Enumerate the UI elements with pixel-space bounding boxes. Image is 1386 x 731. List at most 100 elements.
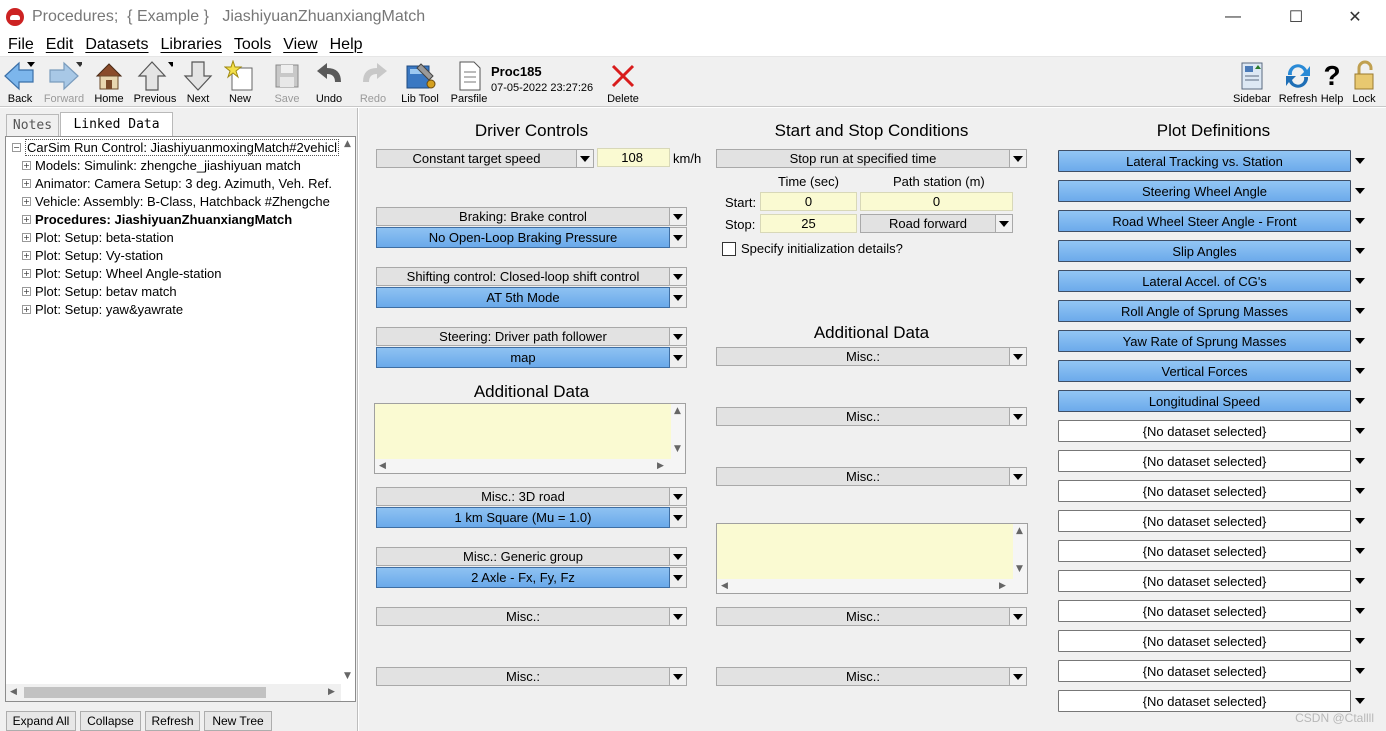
- refresh-tree-button[interactable]: Refresh: [145, 711, 200, 731]
- expand-icon[interactable]: +: [22, 178, 31, 188]
- delete-button[interactable]: Delete: [604, 59, 642, 105]
- help-button[interactable]: ? Help: [1320, 59, 1344, 105]
- plot-definition-dropdown[interactable]: Vertical Forces: [1058, 360, 1369, 382]
- driver-additional-data-textarea[interactable]: ▲ ▼ ◀ ▶: [374, 403, 686, 474]
- startstop-misc-dropdown-4[interactable]: Misc.:: [716, 607, 1027, 626]
- tree-item-procedures[interactable]: + Procedures: JiashiyuanZhuanxiangMatch: [22, 210, 292, 228]
- misc-generic-library-dropdown[interactable]: Misc.: Generic group: [376, 547, 687, 566]
- parsfile-button[interactable]: Parsfile: [450, 59, 488, 105]
- save-button[interactable]: Save: [270, 59, 304, 105]
- plot-definition-dropdown[interactable]: Slip Angles: [1058, 240, 1369, 262]
- speed-input[interactable]: 108: [597, 148, 670, 167]
- collapse-button[interactable]: Collapse: [80, 711, 141, 731]
- menu-file[interactable]: File: [8, 36, 34, 54]
- scrollbar-thumb[interactable]: [24, 687, 266, 698]
- tree-item-vehicle[interactable]: + Vehicle: Assembly: B-Class, Hatchback #…: [22, 192, 330, 210]
- misc-library-dropdown-2[interactable]: Misc.:: [376, 667, 687, 686]
- memo-vertical-scrollbar[interactable]: ▲ ▼: [671, 404, 685, 473]
- plot-definition-dropdown[interactable]: {No dataset selected}: [1058, 600, 1369, 622]
- expand-icon[interactable]: +: [22, 160, 31, 170]
- tree-item-plot-yaw[interactable]: + Plot: Setup: yaw&yawrate: [22, 300, 183, 318]
- steering-library-dropdown[interactable]: Steering: Driver path follower: [376, 327, 687, 346]
- misc-generic-dataset-dropdown[interactable]: 2 Axle - Fx, Fy, Fz: [376, 567, 687, 588]
- start-station-input[interactable]: 0: [860, 192, 1013, 211]
- tab-notes[interactable]: Notes: [6, 114, 59, 136]
- tree-vertical-scrollbar[interactable]: ▲ ▼: [341, 137, 355, 685]
- stop-time-input[interactable]: 25: [760, 214, 857, 233]
- menu-view[interactable]: View: [283, 36, 317, 54]
- back-button[interactable]: Back: [2, 59, 38, 105]
- plot-definition-dropdown[interactable]: {No dataset selected}: [1058, 660, 1369, 682]
- new-tree-button[interactable]: New Tree: [204, 711, 272, 731]
- plot-definition-dropdown[interactable]: Lateral Accel. of CG's: [1058, 270, 1369, 292]
- plot-definition-dropdown[interactable]: {No dataset selected}: [1058, 450, 1369, 472]
- maximize-button[interactable]: ☐: [1273, 0, 1319, 33]
- memo-vertical-scrollbar[interactable]: ▲ ▼: [1013, 524, 1027, 593]
- misc-3d-road-dataset-dropdown[interactable]: 1 km Square (Mu = 1.0): [376, 507, 687, 528]
- plot-definition-dropdown[interactable]: {No dataset selected}: [1058, 480, 1369, 502]
- new-button[interactable]: New: [222, 59, 258, 105]
- shifting-library-dropdown[interactable]: Shifting control: Closed-loop shift cont…: [376, 267, 687, 286]
- plot-definition-dropdown[interactable]: {No dataset selected}: [1058, 630, 1369, 652]
- scroll-right-icon[interactable]: ▶: [328, 687, 335, 697]
- refresh-button[interactable]: Refresh: [1277, 59, 1319, 105]
- stop-mode-dropdown[interactable]: Stop run at specified time: [716, 149, 1027, 168]
- startstop-additional-data-textarea[interactable]: ▲ ▼ ◀ ▶: [716, 523, 1028, 594]
- plot-definition-dropdown[interactable]: Steering Wheel Angle: [1058, 180, 1369, 202]
- startstop-misc-dropdown-3[interactable]: Misc.:: [716, 467, 1027, 486]
- tree-item-plot-vy[interactable]: + Plot: Setup: Vy-station: [22, 246, 163, 264]
- menu-datasets[interactable]: Datasets: [85, 36, 148, 54]
- misc-3d-road-library-dropdown[interactable]: Misc.: 3D road: [376, 487, 687, 506]
- next-button[interactable]: Next: [181, 59, 215, 105]
- speed-mode-dropdown[interactable]: Constant target speed: [376, 149, 594, 168]
- expand-icon[interactable]: +: [22, 268, 31, 278]
- menu-libraries[interactable]: Libraries: [161, 36, 222, 54]
- startstop-misc-dropdown-2[interactable]: Misc.:: [716, 407, 1027, 426]
- previous-button[interactable]: Previous: [133, 59, 177, 105]
- startstop-misc-dropdown-5[interactable]: Misc.:: [716, 667, 1027, 686]
- tree-item-plot-beta[interactable]: + Plot: Setup: beta-station: [22, 228, 174, 246]
- misc-library-dropdown-1[interactable]: Misc.:: [376, 607, 687, 626]
- plot-definition-dropdown[interactable]: {No dataset selected}: [1058, 570, 1369, 592]
- lib-tool-button[interactable]: Lib Tool: [400, 59, 440, 105]
- redo-button[interactable]: Redo: [356, 59, 390, 105]
- expand-icon[interactable]: +: [22, 250, 31, 260]
- menu-tools[interactable]: Tools: [234, 36, 271, 54]
- tree-item-plot-wheel-angle[interactable]: + Plot: Setup: Wheel Angle-station: [22, 264, 221, 282]
- tab-linked-data[interactable]: Linked Data: [60, 112, 173, 136]
- scroll-up-icon[interactable]: ▲: [344, 139, 351, 149]
- plot-definition-dropdown[interactable]: {No dataset selected}: [1058, 420, 1369, 442]
- tree-item-run-control[interactable]: − CarSim Run Control: JiashiyuanmoxingMat…: [12, 138, 339, 156]
- plot-definition-dropdown[interactable]: Roll Angle of Sprung Masses: [1058, 300, 1369, 322]
- plot-definition-dropdown[interactable]: {No dataset selected}: [1058, 540, 1369, 562]
- tree-item-models[interactable]: + Models: Simulink: zhengche_jiashiyuan m…: [22, 156, 301, 174]
- plot-definition-dropdown[interactable]: {No dataset selected}: [1058, 690, 1369, 712]
- plot-definition-dropdown[interactable]: Yaw Rate of Sprung Masses: [1058, 330, 1369, 352]
- road-direction-dropdown[interactable]: Road forward: [860, 214, 1013, 233]
- forward-button[interactable]: Forward: [42, 59, 86, 105]
- lock-button[interactable]: Lock: [1349, 59, 1379, 105]
- braking-library-dropdown[interactable]: Braking: Brake control: [376, 207, 687, 226]
- startstop-misc-dropdown-1[interactable]: Misc.:: [716, 347, 1027, 366]
- steering-dataset-dropdown[interactable]: map: [376, 347, 687, 368]
- plot-definition-dropdown[interactable]: {No dataset selected}: [1058, 510, 1369, 532]
- close-button[interactable]: ✕: [1332, 0, 1378, 33]
- expand-icon[interactable]: +: [22, 196, 31, 206]
- shifting-dataset-dropdown[interactable]: AT 5th Mode: [376, 287, 687, 308]
- tree-horizontal-scrollbar[interactable]: ◀ ▶: [6, 684, 341, 701]
- plot-definition-dropdown[interactable]: Longitudinal Speed: [1058, 390, 1369, 412]
- collapse-icon[interactable]: −: [12, 142, 21, 152]
- braking-dataset-dropdown[interactable]: No Open-Loop Braking Pressure: [376, 227, 687, 248]
- home-button[interactable]: Home: [92, 59, 126, 105]
- undo-button[interactable]: Undo: [312, 59, 346, 105]
- menu-help[interactable]: Help: [330, 36, 363, 54]
- start-time-input[interactable]: 0: [760, 192, 857, 211]
- expand-icon[interactable]: +: [22, 304, 31, 314]
- scroll-left-icon[interactable]: ◀: [10, 687, 17, 697]
- menu-edit[interactable]: Edit: [46, 36, 74, 54]
- plot-definition-dropdown[interactable]: Lateral Tracking vs. Station: [1058, 150, 1369, 172]
- plot-definition-dropdown[interactable]: Road Wheel Steer Angle - Front: [1058, 210, 1369, 232]
- tree-item-animator[interactable]: + Animator: Camera Setup: 3 deg. Azimuth,…: [22, 174, 332, 192]
- expand-icon[interactable]: +: [22, 214, 31, 224]
- scroll-down-icon[interactable]: ▼: [344, 671, 351, 681]
